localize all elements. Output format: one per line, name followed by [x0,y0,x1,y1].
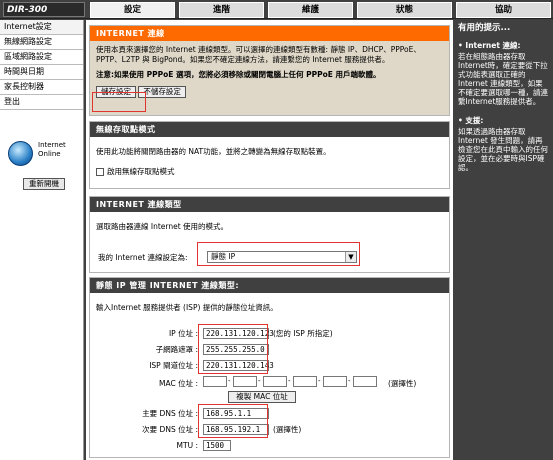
highlight-dns-fields [198,404,268,438]
sidebar-item-wireless[interactable]: 無線網路設定 [0,35,83,50]
mac-field-6[interactable] [353,376,377,387]
main-content: INTERNET 連線 使用本頁來選擇您的 Internet 連線類型。可以選擇… [86,20,453,460]
clone-mac-button[interactable]: 複製 MAC 位址 [228,391,296,403]
ap-mode-text: 使用此功能將關閉路由器的 NAT功能，並將之轉變為無線存取點裝置。 [96,147,331,156]
static-ip-section: 靜態 IP 管理 INTERNET 連線類型: 輸入Internet 服務提供者… [89,277,450,458]
highlight-conn-type [197,242,360,266]
mac-note: (選擇性) [388,379,417,388]
highlight-save [92,92,146,112]
help-internet-title: • Internet 連線: [458,41,521,50]
top-bar: DIR-300 設定 進階 維護 狀態 協助 [0,0,553,19]
tab-status[interactable]: 狀態 [357,2,452,18]
highlight-ip-fields [198,324,268,374]
sidebar-item-parental[interactable]: 家長控制器 [0,80,83,95]
mac-field-3[interactable] [263,376,287,387]
internet-section-title: INTERNET 連線 [90,26,449,41]
mtu-input[interactable]: 1500 [203,440,231,451]
help-support-text: 如果透過路由器存取Internet 發生問題，請再檢查您在此頁中輸入的任何設定，… [458,127,548,172]
tab-help[interactable]: 協助 [456,2,551,18]
online-status: Internet Online [38,141,66,158]
mac-field-2[interactable] [233,376,257,387]
conn-type-text: 選取路由器連線 Internet 使用的模式。 [96,222,229,231]
internet-intro-text: 使用本頁來選擇您的 Internet 連線類型。可以選擇的連線類型有數種: 靜態… [96,45,421,64]
mac-label: MAC 位址 : [158,379,198,388]
secondary-dns-note: (選擇性) [273,425,302,434]
conn-type-title: INTERNET 連線類型 [90,197,449,212]
mac-field-4[interactable] [293,376,317,387]
tab-maintenance[interactable]: 維護 [268,2,353,18]
ap-mode-title: 無線存取點模式 [90,122,449,137]
subnet-mask-label: 子網路遮罩 : [155,345,198,354]
help-support-title: • 支援: [458,116,484,125]
ap-mode-checkbox-label: 啟用無線存取點模式 [107,167,175,176]
help-internet-text: 若在組態路由器存取Internet時，確定要從下拉式功能表選取正確的 Inter… [458,52,548,106]
gateway-label: ISP 閘道位址 : [149,361,198,370]
globe-icon [8,141,33,166]
help-panel: 有用的提示... • Internet 連線: 若在組態路由器存取Interne… [455,20,553,460]
static-ip-title: 靜態 IP 管理 INTERNET 連線類型: [90,278,449,293]
sidebar-item-lan[interactable]: 區域網路設定 [0,50,83,65]
sidebar: Internet設定 無線網路設定 區域網路設定 時間與日期 家長控制器 登出 … [0,20,84,460]
conn-type-label: 我的 Internet 連線設定為: [98,253,188,262]
tab-setup[interactable]: 設定 [90,2,175,18]
tab-advanced[interactable]: 進階 [179,2,264,18]
sidebar-item-internet[interactable]: Internet設定 [0,20,83,35]
mtu-label: MTU : [176,441,198,450]
ap-mode-checkbox[interactable] [96,168,104,176]
mac-field-1[interactable] [203,376,227,387]
reboot-button[interactable]: 重新開機 [23,178,65,190]
static-ip-intro: 輸入Internet 服務提供者 (ISP) 提供的靜態位址資訊。 [96,303,278,312]
mac-field-5[interactable] [323,376,347,387]
primary-dns-label: 主要 DNS 位址 : [142,409,198,418]
ap-mode-section: 無線存取點模式 使用此功能將關閉路由器的 NAT功能，並將之轉變為無線存取點裝置… [89,121,450,189]
sidebar-item-time[interactable]: 時間與日期 [0,65,83,80]
ip-address-label: IP 位址 : [168,329,198,338]
ip-address-note: (您的 ISP 所指定) [273,329,333,338]
sidebar-item-logout[interactable]: 登出 [0,95,83,110]
help-title: 有用的提示... [458,23,511,33]
secondary-dns-label: 次要 DNS 位址 : [142,425,198,434]
pppoe-note: 注意:如果使用 PPPoE 選項，您將必須移除或關閉電腦上任何 PPPoE 用戶… [96,70,381,79]
brand-logo: DIR-300 [3,2,85,17]
